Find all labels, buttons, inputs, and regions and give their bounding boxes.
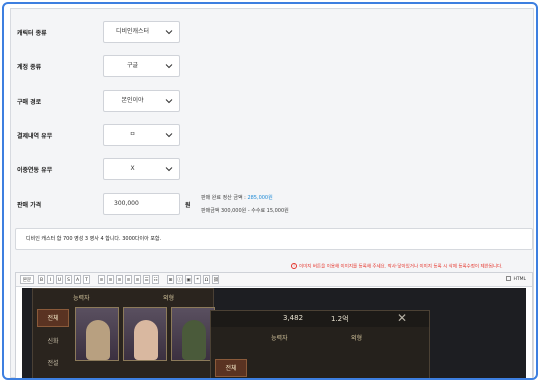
account-type-label: 계정 종류 (17, 64, 42, 71)
account-type-value: 구글 (126, 62, 139, 69)
text-size-button[interactable]: T (83, 275, 90, 284)
image-button[interactable]: ▣ (185, 275, 192, 284)
link-button[interactable]: ⛓ (212, 275, 219, 284)
character-card (123, 307, 167, 361)
strike-button[interactable]: S (65, 275, 72, 284)
side-myth-left: 신화 (47, 338, 59, 345)
close-icon: ✕ (396, 311, 407, 325)
side-all-right: 전체 (215, 359, 247, 377)
settlement-value: 285,000원 (247, 195, 273, 201)
align-right-button[interactable]: ≡ (116, 275, 123, 284)
character-type-select[interactable]: 디비인캐스터 (103, 21, 180, 43)
currency-bar: 3,482 1.2억 ✕ (211, 311, 429, 327)
payment-history-label: 결제내역 유무 (17, 133, 53, 140)
number-list-button[interactable]: ☷ (152, 275, 159, 284)
chevron-down-icon (165, 133, 173, 138)
linked-id-value: X (130, 165, 135, 172)
checkbox-icon (506, 276, 512, 281)
content-editor[interactable]: 본문 B I U S A T ≡ ≡ ≡ ≡ ≡ ☰ ☷ ⊞ ⓘ ▣ ❝ Ω ⛓ (15, 272, 533, 378)
collection-panel-left: 능력자 외형 전체 신화 전설 (32, 288, 215, 378)
game-screenshot: 능력자 외형 전체 신화 전설 3,482 1.2억 ✕ 능력자 외형 전체 (22, 288, 526, 378)
character-card (75, 307, 119, 361)
align-justify-button[interactable]: ≡ (125, 275, 132, 284)
sale-price-label: 판매 가격 (17, 202, 42, 209)
italic-button[interactable]: I (47, 275, 54, 284)
tab-abilities-left: 능력자 (73, 295, 90, 302)
payment-history-select[interactable]: ㅁ (103, 124, 180, 146)
settlement-label: 판매 완료 정산 금액 : (201, 195, 248, 201)
settlement-amount: 판매 완료 정산 금액 : 285,000원 (201, 194, 273, 201)
account-type-select[interactable]: 구글 (103, 55, 180, 77)
notice-text: 이미지 버튼을 이용해 이미지를 등록해 주세요. 작사·닿아있거나 이미지 등… (299, 264, 503, 270)
align-left-button[interactable]: ≡ (98, 275, 105, 284)
purchase-route-select[interactable]: 본인이야 (103, 90, 180, 112)
side-legend-left: 전설 (47, 360, 59, 367)
linked-id-label: 이중연동 유무 (17, 167, 53, 174)
gold-count: 1.2억 (331, 315, 349, 323)
chevron-down-icon (165, 30, 173, 35)
html-label: HTML (513, 277, 526, 282)
side-all-left: 전체 (37, 309, 69, 327)
description-field[interactable]: 디비인 캐스터 합 700 영성 3 영사 4 합니다. 3000다이아 포함. (15, 228, 533, 250)
fee-breakdown: 판매금액 300,000원 - 수수료 15,000원 (201, 208, 289, 214)
html-mode-button[interactable]: HTML (506, 275, 526, 284)
chevron-down-icon (165, 167, 173, 172)
bold-button[interactable]: B (38, 275, 45, 284)
linked-id-select[interactable]: X (103, 158, 180, 180)
character-type-label: 캐릭터 종류 (17, 30, 47, 37)
align-center-button[interactable]: ≡ (107, 275, 114, 284)
editor-toolbar: 본문 B I U S A T ≡ ≡ ≡ ≡ ≡ ☰ ☷ ⊞ ⓘ ▣ ❝ Ω ⛓ (16, 273, 532, 287)
character-card (171, 307, 215, 361)
font-color-button[interactable]: A (74, 275, 81, 284)
indent-button[interactable]: ≡ (134, 275, 141, 284)
character-type-value: 디비인캐스터 (115, 28, 150, 35)
font-select[interactable]: 본문 (20, 275, 34, 284)
payment-history-value: ㅁ (129, 131, 136, 138)
purchase-route-value: 본인이야 (121, 97, 144, 104)
chevron-down-icon (165, 64, 173, 69)
quote-button[interactable]: ❝ (194, 275, 201, 284)
table-button[interactable]: ⊞ (167, 275, 174, 284)
price-unit: 원 (185, 202, 191, 209)
diamond-count: 3,482 (283, 314, 304, 322)
sale-price-input[interactable]: 300,000 (103, 193, 180, 215)
image-notice: ! 이미지 버튼을 이용해 이미지를 등록해 주세요. 작사·닿아있거나 이미지 … (291, 263, 503, 270)
tab-abilities-right: 능력자 (271, 335, 288, 342)
tab-appearance-left: 외형 (163, 295, 175, 302)
tab-appearance-right: 외형 (351, 335, 363, 342)
bullet-list-button[interactable]: ☰ (143, 275, 150, 284)
purchase-route-label: 구매 경로 (17, 99, 42, 106)
collection-panel-right: 3,482 1.2억 ✕ 능력자 외형 전체 (210, 310, 430, 378)
symbol-button[interactable]: Ω (203, 275, 210, 284)
alert-icon: ! (291, 263, 297, 269)
underline-button[interactable]: U (56, 275, 63, 284)
info-button[interactable]: ⓘ (176, 275, 183, 284)
window-frame: 캐릭터 종류 디비인캐스터 계정 종류 구글 구매 경로 본인이야 결제내역 유… (2, 2, 538, 380)
chevron-down-icon (165, 99, 173, 104)
form-panel: 캐릭터 종류 디비인캐스터 계정 종류 구글 구매 경로 본인이야 결제내역 유… (10, 8, 534, 378)
